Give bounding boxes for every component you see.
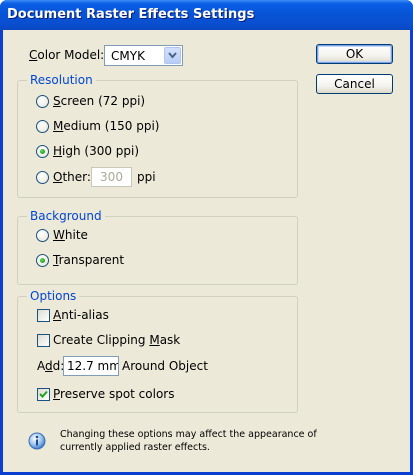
cancel-button[interactable]: Cancel xyxy=(316,74,393,94)
options-group-title: Options xyxy=(27,289,80,303)
window-title: Document Raster Effects Settings xyxy=(7,7,255,22)
checkmark-icon xyxy=(39,390,48,398)
color-model-value: CMYK xyxy=(111,49,145,63)
background-group-title: Background xyxy=(27,209,105,223)
add-label: Add: xyxy=(37,359,65,373)
white-label[interactable]: White xyxy=(53,228,88,242)
info-note-line2: currently applied raster effects. xyxy=(60,442,210,453)
other-radio[interactable] xyxy=(36,171,49,184)
transparent-label[interactable]: Transparent xyxy=(53,253,124,267)
resolution-group-title: Resolution xyxy=(27,73,96,87)
options-group: Options Anti-alias Create Clipping Mask … xyxy=(17,289,298,413)
preserve-spot-label[interactable]: Preserve spot colors xyxy=(53,387,174,401)
other-label[interactable]: Other: xyxy=(53,170,91,184)
other-ppi-unit: ppi xyxy=(137,170,156,184)
around-object-label: Around Object xyxy=(122,359,208,373)
resolution-group: Resolution Screen (72 ppi) Medium (150 p… xyxy=(17,73,298,198)
medium-label[interactable]: Medium (150 ppi) xyxy=(53,119,159,133)
add-margin-input[interactable]: 12.7 mm xyxy=(63,356,119,376)
color-model-label: Color Model: xyxy=(29,48,105,62)
high-radio[interactable] xyxy=(36,145,49,158)
info-note-line1: Changing these options may affect the ap… xyxy=(60,429,317,440)
background-group: Background White Transparent xyxy=(17,209,298,285)
info-note: Changing these options may affect the ap… xyxy=(60,428,320,454)
clipping-mask-checkbox[interactable] xyxy=(37,334,50,347)
ok-button[interactable]: OK xyxy=(316,44,393,64)
screen-radio[interactable] xyxy=(36,95,49,108)
medium-radio[interactable] xyxy=(36,120,49,133)
dialog-body: Color Model: CMYK OK Cancel Resolution S… xyxy=(3,30,410,472)
preserve-spot-checkbox[interactable] xyxy=(37,388,50,401)
anti-alias-checkbox[interactable] xyxy=(37,309,50,322)
other-ppi-input[interactable]: 300 xyxy=(91,167,132,187)
chevron-down-icon[interactable] xyxy=(164,47,181,64)
info-icon xyxy=(28,432,46,450)
anti-alias-label[interactable]: Anti-alias xyxy=(53,308,109,322)
transparent-radio[interactable] xyxy=(36,254,49,267)
radio-selected-dot xyxy=(40,258,45,263)
white-radio[interactable] xyxy=(36,229,49,242)
color-model-select[interactable]: CMYK xyxy=(104,45,183,66)
clipping-mask-label[interactable]: Create Clipping Mask xyxy=(53,333,180,347)
screen-label[interactable]: Screen (72 ppi) xyxy=(53,94,145,108)
dialog-window: Document Raster Effects Settings Color M… xyxy=(0,0,413,475)
title-bar[interactable]: Document Raster Effects Settings xyxy=(0,0,413,30)
radio-selected-dot xyxy=(40,149,45,154)
high-label[interactable]: High (300 ppi) xyxy=(53,144,139,158)
